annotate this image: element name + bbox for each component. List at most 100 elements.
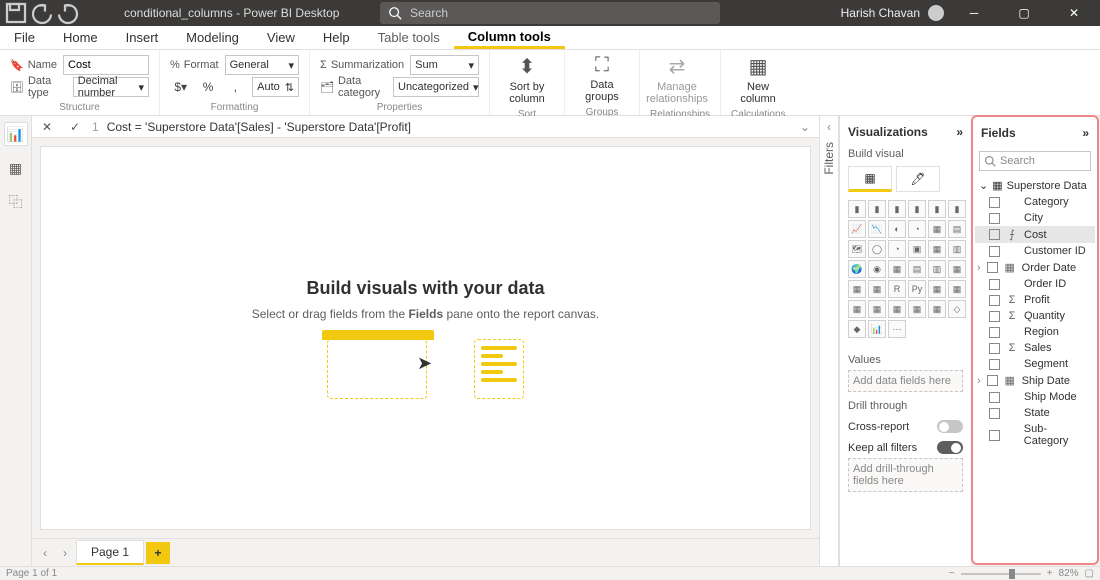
formula-bar[interactable]: 1 Cost = 'Superstore Data'[Sales] - 'Sup…: [92, 120, 789, 134]
viz-type[interactable]: ◐: [888, 220, 906, 238]
viz-type[interactable]: ◉: [868, 260, 886, 278]
field-checkbox[interactable]: [989, 359, 1000, 370]
fit-page-button[interactable]: ▢: [1085, 568, 1094, 579]
viz-type[interactable]: Py: [908, 280, 926, 298]
table-expand-icon[interactable]: ⌄: [979, 179, 988, 192]
viz-tab-build[interactable]: ▦: [848, 166, 892, 192]
decimals-select[interactable]: Auto⇅: [252, 77, 299, 97]
viz-type[interactable]: ▦: [948, 280, 966, 298]
table-name[interactable]: Superstore Data: [1007, 180, 1087, 192]
field-checkbox[interactable]: [989, 408, 1000, 419]
field-state[interactable]: State: [975, 405, 1095, 421]
currency-button[interactable]: $▾: [170, 77, 191, 97]
field-segment[interactable]: Segment: [975, 356, 1095, 372]
field-checkbox[interactable]: [987, 262, 998, 273]
field-category[interactable]: Category: [975, 194, 1095, 210]
keep-filters-toggle[interactable]: [937, 441, 963, 454]
viz-type[interactable]: ▦: [908, 300, 926, 318]
redo-icon[interactable]: [56, 1, 80, 25]
viz-type[interactable]: ▦: [928, 280, 946, 298]
viz-type[interactable]: ▦: [868, 280, 886, 298]
filters-expand-button[interactable]: ‹: [827, 120, 831, 134]
new-column-button[interactable]: ▦New column: [731, 50, 785, 109]
field-checkbox[interactable]: [989, 295, 1000, 306]
zoom-in-button[interactable]: +: [1047, 568, 1053, 579]
viz-type[interactable]: ▮: [868, 200, 886, 218]
viz-type[interactable]: ▥: [948, 240, 966, 258]
viz-type[interactable]: ▦: [868, 300, 886, 318]
fields-collapse-button[interactable]: »: [1082, 126, 1089, 140]
tab-insert[interactable]: Insert: [112, 26, 173, 49]
formula-expand-button[interactable]: ⌄: [795, 117, 815, 137]
global-search[interactable]: Search: [380, 2, 720, 24]
values-dropzone[interactable]: Add data fields here: [848, 370, 963, 392]
column-name-input[interactable]: [63, 55, 149, 75]
field-sub-category[interactable]: Sub-Category: [975, 421, 1095, 449]
field-city[interactable]: City: [975, 210, 1095, 226]
report-canvas[interactable]: Build visuals with your data Select or d…: [40, 146, 811, 530]
tab-column-tools[interactable]: Column tools: [454, 26, 565, 49]
field-checkbox[interactable]: [989, 213, 1000, 224]
field-region[interactable]: Region: [975, 324, 1095, 340]
formula-commit-button[interactable]: ✓: [64, 117, 86, 137]
category-select[interactable]: Uncategorized▾: [393, 77, 479, 97]
datatype-select[interactable]: Decimal number▾: [73, 77, 149, 97]
viz-type[interactable]: ▦: [848, 300, 866, 318]
viz-type[interactable]: 🌍: [848, 260, 866, 278]
save-icon[interactable]: [4, 1, 28, 25]
viz-type[interactable]: ▥: [928, 260, 946, 278]
thousands-button[interactable]: ,: [225, 77, 246, 97]
viz-type[interactable]: ▮: [908, 200, 926, 218]
viz-type[interactable]: ▮: [888, 200, 906, 218]
field-checkbox[interactable]: [989, 311, 1000, 322]
field-ship-date[interactable]: ›▦Ship Date: [975, 372, 1095, 389]
viz-type[interactable]: R: [888, 280, 906, 298]
viz-type[interactable]: ◔: [888, 240, 906, 258]
field-checkbox[interactable]: [989, 430, 1000, 441]
field-quantity[interactable]: ΣQuantity: [975, 308, 1095, 324]
tab-help[interactable]: Help: [309, 26, 364, 49]
data-view-button[interactable]: ▦: [4, 156, 28, 180]
field-checkbox[interactable]: [989, 246, 1000, 257]
fields-search[interactable]: Search: [979, 151, 1091, 171]
viz-type[interactable]: ▣: [908, 240, 926, 258]
viz-type[interactable]: ▮: [948, 200, 966, 218]
formula-cancel-button[interactable]: ✕: [36, 117, 58, 137]
percent-button[interactable]: %: [197, 77, 218, 97]
manage-relationships-button[interactable]: ⇄Manage relationships: [650, 50, 704, 109]
viz-more[interactable]: ⋯: [888, 320, 906, 338]
viz-type[interactable]: ◔: [908, 220, 926, 238]
field-order-id[interactable]: Order ID: [975, 276, 1095, 292]
data-groups-button[interactable]: ⛶Data groups: [575, 50, 629, 107]
field-cost[interactable]: ⨍Cost: [975, 226, 1095, 243]
field-customer-id[interactable]: Customer ID: [975, 243, 1095, 259]
field-checkbox[interactable]: [989, 229, 1000, 240]
tab-home[interactable]: Home: [49, 26, 112, 49]
viz-type[interactable]: ▦: [948, 260, 966, 278]
page-next-button[interactable]: ›: [56, 544, 74, 562]
cross-report-toggle[interactable]: [937, 420, 963, 433]
field-profit[interactable]: ΣProfit: [975, 292, 1095, 308]
user-account[interactable]: Harish Chavan: [841, 5, 944, 21]
viz-type[interactable]: 📊: [868, 320, 886, 338]
tab-table-tools[interactable]: Table tools: [364, 26, 454, 49]
field-ship-mode[interactable]: Ship Mode: [975, 389, 1095, 405]
field-checkbox[interactable]: [989, 343, 1000, 354]
drillthrough-dropzone[interactable]: Add drill-through fields here: [848, 458, 963, 492]
viz-type[interactable]: 📉: [868, 220, 886, 238]
field-checkbox[interactable]: [989, 279, 1000, 290]
field-checkbox[interactable]: [989, 392, 1000, 403]
field-order-date[interactable]: ›▦Order Date: [975, 259, 1095, 276]
tab-view[interactable]: View: [253, 26, 309, 49]
model-view-button[interactable]: ⿻: [4, 190, 28, 214]
field-checkbox[interactable]: [989, 327, 1000, 338]
viz-type[interactable]: ▦: [928, 300, 946, 318]
add-page-button[interactable]: +: [146, 542, 170, 564]
zoom-slider[interactable]: [961, 573, 1041, 575]
viz-type[interactable]: ▦: [888, 300, 906, 318]
viz-tab-format[interactable]: 🖊: [896, 166, 940, 192]
viz-type[interactable]: ▮: [928, 200, 946, 218]
tab-file[interactable]: File: [0, 26, 49, 49]
viz-type[interactable]: ▤: [908, 260, 926, 278]
viz-type[interactable]: 📈: [848, 220, 866, 238]
